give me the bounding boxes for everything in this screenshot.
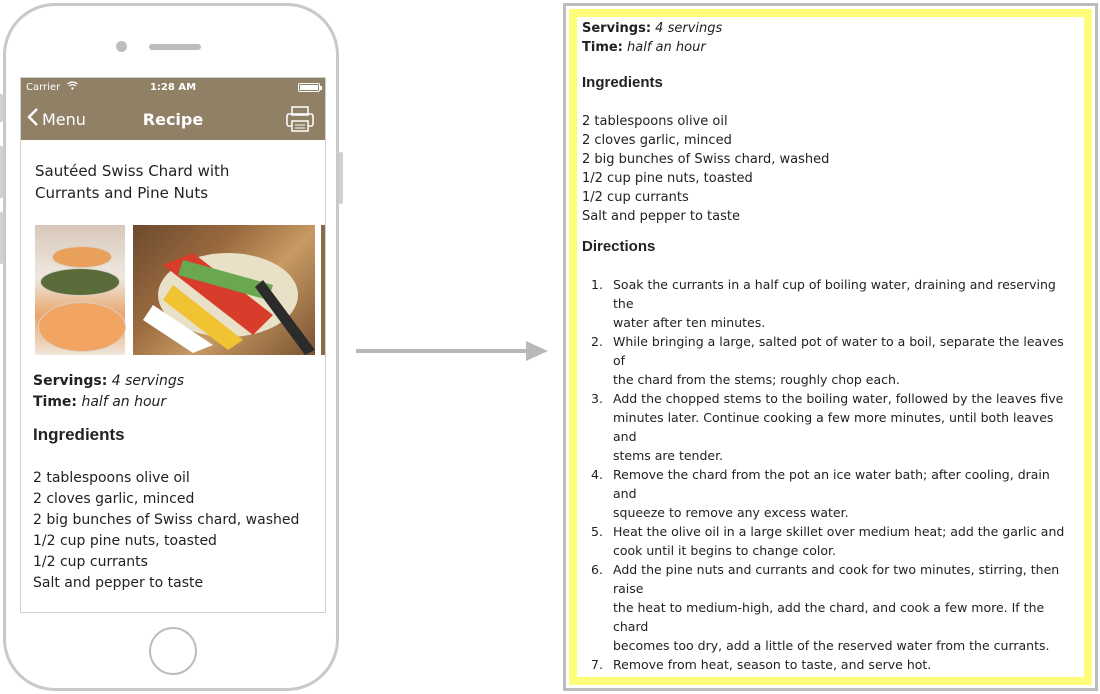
time-value: half an hour bbox=[81, 394, 167, 410]
list-item: 1/2 cup currants bbox=[582, 190, 689, 205]
list-item: 2 cloves garlic, minced bbox=[33, 491, 195, 507]
servings-label: Servings: bbox=[582, 21, 652, 36]
arrow-head bbox=[526, 341, 548, 361]
printer-icon[interactable] bbox=[285, 105, 315, 133]
ingredients-list: 2 tablespoons olive oil 2 cloves garlic,… bbox=[582, 112, 829, 226]
photo-plate bbox=[53, 247, 111, 267]
directions-list: 1. Soak the currants in a half cup of bo… bbox=[582, 275, 1072, 674]
step-text-line: squeeze to remove any excess water. bbox=[613, 505, 849, 520]
list-item: 1/2 cup pine nuts, toasted bbox=[33, 533, 217, 549]
print-preview-page: Servings: 4 servings Time: half an hour … bbox=[563, 3, 1098, 691]
time-row: Time: half an hour bbox=[33, 394, 166, 410]
step-text-line: Remove the chard from the pot an ice wat… bbox=[613, 467, 1050, 501]
phone-frame: Carrier 1:28 AM Menu Recipe Sautéed Swis… bbox=[0, 3, 343, 691]
servings-row: Servings: 4 servings bbox=[582, 21, 722, 36]
step-text-line: water after ten minutes. bbox=[613, 315, 766, 330]
direction-step: 6. Add the pine nuts and currants and co… bbox=[582, 560, 1072, 655]
photo-plate bbox=[39, 303, 125, 351]
print-page-content: Servings: 4 servings Time: half an hour … bbox=[569, 9, 1092, 685]
step-text-line: stems are tender. bbox=[613, 448, 724, 463]
list-item: 2 tablespoons olive oil bbox=[582, 114, 728, 129]
step-text-line: Heat the olive oil in a large skillet ov… bbox=[613, 524, 1065, 539]
recipe-photo-2[interactable] bbox=[133, 225, 315, 355]
servings-value: 4 servings bbox=[655, 21, 723, 36]
recipe-photo-3[interactable] bbox=[321, 225, 325, 355]
photo-plate bbox=[41, 269, 119, 295]
step-text-line: the heat to medium-high, add the chard, … bbox=[613, 600, 1045, 634]
time-label: Time: bbox=[582, 40, 623, 55]
step-number: 3. bbox=[591, 391, 603, 406]
home-button[interactable] bbox=[149, 627, 197, 675]
status-time: 1:28 AM bbox=[149, 82, 197, 93]
step-text-line: Remove from heat, season to taste, and s… bbox=[613, 657, 932, 672]
ingredients-heading: Ingredients bbox=[33, 425, 125, 444]
step-text-line: the chard from the stems; roughly chop e… bbox=[613, 372, 900, 387]
step-text-line: While bringing a large, salted pot of wa… bbox=[613, 334, 1064, 368]
servings-value: 4 servings bbox=[111, 373, 185, 389]
direction-step: 2. While bringing a large, salted pot of… bbox=[582, 332, 1072, 389]
list-item: 2 big bunches of Swiss chard, washed bbox=[33, 512, 300, 528]
volume-down-button bbox=[0, 212, 3, 264]
servings-row: Servings: 4 servings bbox=[33, 373, 184, 389]
step-number: 2. bbox=[591, 334, 603, 349]
list-item: 2 cloves garlic, minced bbox=[582, 133, 732, 148]
list-item: Salt and pepper to taste bbox=[33, 575, 204, 591]
ingredients-heading: Ingredients bbox=[582, 74, 663, 91]
step-number: 7. bbox=[591, 657, 603, 672]
direction-step: 5. Heat the olive oil in a large skillet… bbox=[582, 522, 1072, 560]
step-number: 4. bbox=[591, 467, 603, 482]
step-text-line: Add the chopped stems to the boiling wat… bbox=[613, 391, 1064, 406]
earpiece-speaker bbox=[149, 44, 201, 50]
direction-step: 3. Add the chopped stems to the boiling … bbox=[582, 389, 1072, 465]
recipe-title: Sautéed Swiss Chard with Currants and Pi… bbox=[35, 162, 230, 202]
recipe-content[interactable]: Sautéed Swiss Chard with Currants and Pi… bbox=[21, 140, 325, 612]
directions-heading: Directions bbox=[582, 238, 656, 255]
ingredients-list: 2 tablespoons olive oil 2 cloves garlic,… bbox=[33, 468, 299, 594]
step-number: 1. bbox=[591, 277, 603, 292]
time-row: Time: half an hour bbox=[582, 40, 706, 55]
mute-switch bbox=[0, 94, 3, 122]
direction-step: 1. Soak the currants in a half cup of bo… bbox=[582, 275, 1072, 332]
step-text-line: minutes later. Continue cooking a few mo… bbox=[613, 410, 1054, 444]
phone-screen: Carrier 1:28 AM Menu Recipe Sautéed Swis… bbox=[20, 77, 326, 613]
power-button bbox=[339, 152, 343, 204]
step-text-line: Soak the currants in a half cup of boili… bbox=[613, 277, 1056, 311]
recipe-photo-1[interactable] bbox=[35, 225, 125, 355]
volume-up-button bbox=[0, 146, 3, 198]
battery-icon bbox=[298, 83, 322, 92]
list-item: 2 big bunches of Swiss chard, washed bbox=[582, 152, 830, 167]
front-camera bbox=[116, 41, 127, 52]
list-item: 1/2 cup pine nuts, toasted bbox=[582, 171, 753, 186]
list-item: 2 tablespoons olive oil bbox=[33, 470, 190, 486]
time-label: Time: bbox=[33, 394, 78, 410]
step-number: 5. bbox=[591, 524, 603, 539]
list-item: 1/2 cup currants bbox=[33, 554, 148, 570]
arrow-right-icon bbox=[356, 349, 528, 353]
time-value: half an hour bbox=[627, 40, 706, 55]
servings-label: Servings: bbox=[33, 373, 108, 389]
navigation-bar: Menu Recipe bbox=[21, 98, 325, 140]
step-text-line: cook until it begins to change color. bbox=[613, 543, 836, 558]
list-item: Salt and pepper to taste bbox=[582, 209, 740, 224]
direction-step: 7. Remove from heat, season to taste, an… bbox=[582, 655, 1072, 674]
step-text-line: Add the pine nuts and currants and cook … bbox=[613, 562, 1060, 596]
direction-step: 4. Remove the chard from the pot an ice … bbox=[582, 465, 1072, 522]
step-number: 6. bbox=[591, 562, 603, 577]
step-text-line: becomes too dry, add a little of the res… bbox=[613, 638, 1050, 653]
nav-title: Recipe bbox=[142, 110, 204, 129]
status-bar: Carrier 1:28 AM bbox=[21, 78, 325, 98]
